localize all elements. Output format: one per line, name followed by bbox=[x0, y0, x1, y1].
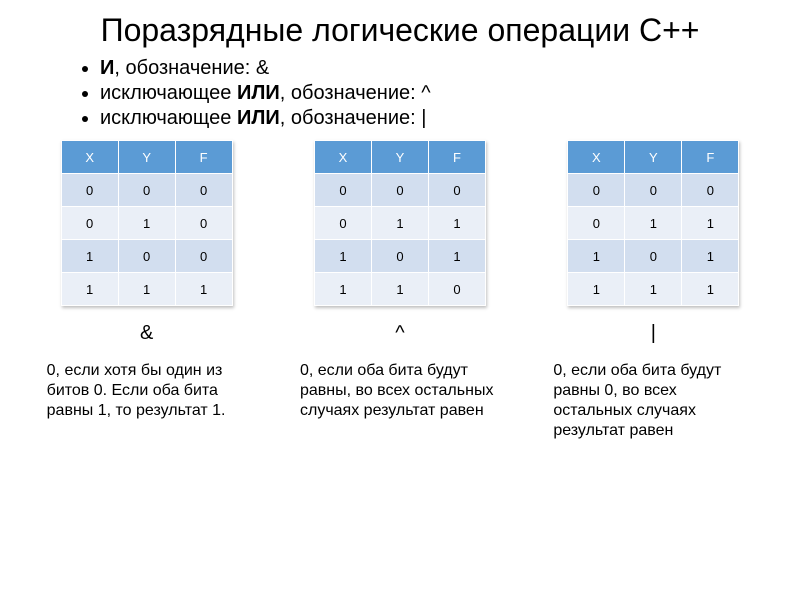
bullet-or-mid: ИЛИ bbox=[237, 107, 280, 129]
bullet-or-rest: , обозначение: | bbox=[280, 107, 427, 129]
bullet-and-rest: , обозначение: & bbox=[114, 57, 269, 79]
desc-and: 0, если хотя бы один из битов 0. Если об… bbox=[47, 361, 247, 441]
th-f: F bbox=[682, 141, 739, 174]
symbol-and: & bbox=[47, 322, 247, 345]
table-header-row: X Y F bbox=[61, 141, 232, 174]
table-row: 000 bbox=[568, 174, 739, 207]
th-x: X bbox=[61, 141, 118, 174]
th-y: Y bbox=[118, 141, 175, 174]
table-row: 010 bbox=[61, 207, 232, 240]
bullet-xor-mid: ИЛИ bbox=[237, 82, 280, 104]
bullet-list: И, обозначение: & исключающее ИЛИ, обозн… bbox=[60, 57, 800, 130]
bullet-or-pre: исключающее bbox=[100, 107, 237, 129]
table-header-row: X Y F bbox=[314, 141, 485, 174]
bullet-xor-rest: , обозначение: ^ bbox=[280, 82, 431, 104]
bullet-xor-pre: исключающее bbox=[100, 82, 237, 104]
bullet-or: исключающее ИЛИ, обозначение: | bbox=[100, 107, 800, 130]
table-row: 111 bbox=[568, 273, 739, 306]
th-x: X bbox=[568, 141, 625, 174]
th-f: F bbox=[175, 141, 232, 174]
desc-xor: 0, если оба бита будут равны, во всех ос… bbox=[300, 361, 500, 441]
bullet-and-strong: И bbox=[100, 57, 114, 79]
th-y: Y bbox=[625, 141, 682, 174]
table-row: 100 bbox=[61, 240, 232, 273]
truth-table-and: X Y F 000 010 100 111 bbox=[61, 140, 233, 306]
truth-table-xor: X Y F 000 011 101 110 bbox=[314, 140, 486, 306]
symbol-xor: ^ bbox=[300, 322, 500, 345]
table-row: 000 bbox=[61, 174, 232, 207]
th-x: X bbox=[314, 141, 371, 174]
bullet-xor: исключающее ИЛИ, обозначение: ^ bbox=[100, 82, 800, 105]
table-row: 111 bbox=[61, 273, 232, 306]
table-row: 110 bbox=[314, 273, 485, 306]
table-row: 011 bbox=[314, 207, 485, 240]
desc-or: 0, если оба бита будут равны 0, во всех … bbox=[553, 361, 753, 441]
table-row: 101 bbox=[568, 240, 739, 273]
table-header-row: X Y F bbox=[568, 141, 739, 174]
page-title: Поразрядные логические операции C++ bbox=[0, 12, 800, 49]
th-f: F bbox=[428, 141, 485, 174]
th-y: Y bbox=[371, 141, 428, 174]
table-row: 101 bbox=[314, 240, 485, 273]
truth-table-or: X Y F 000 011 101 111 bbox=[567, 140, 739, 306]
table-row: 000 bbox=[314, 174, 485, 207]
bullet-and: И, обозначение: & bbox=[100, 57, 800, 80]
table-row: 011 bbox=[568, 207, 739, 240]
symbol-or: | bbox=[553, 322, 753, 345]
